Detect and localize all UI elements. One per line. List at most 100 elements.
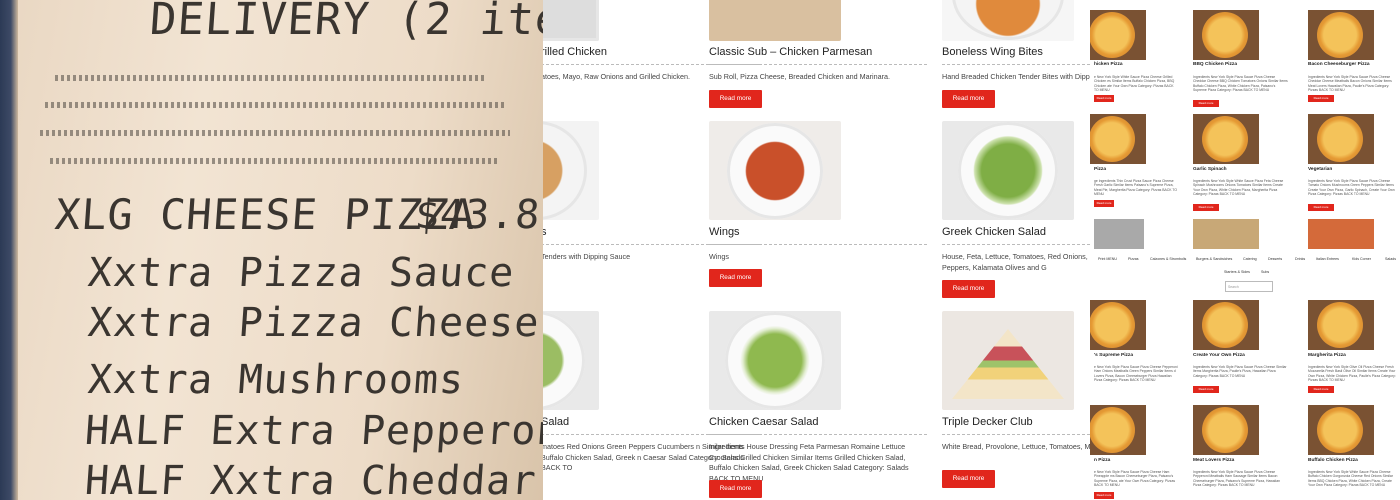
receipt-dotted-line (50, 158, 500, 164)
read-more-button[interactable]: Read more (709, 90, 762, 108)
nav-link[interactable]: Salads (1385, 257, 1396, 261)
pizza-description: Ingredients New York Style Pizza Sauce P… (1193, 75, 1288, 92)
pizza-title[interactable]: Meat Lovers Pizza (1193, 458, 1234, 463)
salad-image (543, 311, 599, 410)
pizza-description: Ingredients New York Style Pizza Sauce P… (1308, 179, 1395, 196)
read-more-button[interactable]: Read more (709, 269, 762, 287)
pizza-image (1308, 219, 1374, 249)
pizza-image (1090, 114, 1146, 164)
receipt-dotted-line (40, 130, 510, 136)
nav-link[interactable]: Print MENU (1098, 257, 1117, 261)
receipt-item-price: $43.87 (413, 192, 543, 238)
receipt-dotted-line (55, 75, 485, 81)
menu-item-description: Wings (709, 252, 729, 261)
club-sandwich-image (942, 311, 1074, 410)
receipt-modifier: Xxtra Pizza Sauce (86, 250, 517, 296)
pizza-image (1193, 405, 1259, 455)
receipt-photo: DELIVERY (2 items) XLG CHEESE PIZZA $43.… (0, 0, 543, 500)
pizza-description: Ingredients New York Style Pizza Sauce P… (1308, 75, 1392, 92)
nav-link[interactable]: Burgers & Sandwiches (1196, 257, 1232, 261)
read-more-button[interactable]: Read more (1308, 95, 1334, 102)
menu-item-title[interactable]: Triple Decker Club (942, 416, 1033, 428)
pizza-title[interactable]: 's Supreme Pizza (1094, 353, 1133, 358)
wings-image (709, 121, 841, 220)
pizza-image (1308, 10, 1374, 60)
menu-item-title[interactable]: Classic Sub – Chicken Parmesan (709, 46, 872, 58)
receipt-modifier: Xxtra Mushrooms (86, 357, 466, 403)
nav-link[interactable]: Starters & Sides (1224, 270, 1250, 274)
read-more-button[interactable]: Read more (1094, 95, 1114, 102)
search-input[interactable]: Search (1225, 281, 1273, 292)
pizza-description: Ingredients New York Style White Sauce P… (1193, 179, 1284, 196)
pizza-image (1193, 114, 1259, 164)
receipt-background-edge (0, 0, 18, 500)
pizza-title[interactable]: n Pizza (1094, 458, 1110, 463)
pizza-image (1308, 405, 1374, 455)
pizza-image (1308, 114, 1374, 164)
menu-item-description: Sub Roll, Pizza Cheese, Breaded Chicken … (709, 72, 890, 81)
read-more-button[interactable]: Read more (942, 90, 995, 108)
nav-link[interactable]: Pizzas (1128, 257, 1139, 261)
read-more-button[interactable]: Read more (709, 480, 762, 498)
receipt-dotted-line (45, 102, 505, 108)
divider (709, 64, 927, 65)
receipt-title: DELIVERY (2 items) (148, 0, 543, 45)
pizza-title[interactable]: Bacon Cheeseburger Pizza (1308, 62, 1370, 67)
pizza-description: e New York Style Pizza Sauce Pizza Chees… (1094, 365, 1178, 382)
pizza-image (1308, 300, 1374, 350)
nav-link[interactable]: Kids Corner (1352, 257, 1371, 261)
menu-item-title[interactable]: Chicken Caesar Salad (709, 416, 818, 428)
caesar-salad-image (709, 311, 841, 410)
menu-item-title[interactable]: Salad (543, 416, 569, 428)
pizza-title[interactable]: Garlic Spinach (1193, 167, 1227, 172)
pizza-title[interactable]: Create Your Own Pizza (1193, 353, 1245, 358)
pizza-menu-lower: 's Supreme Pizza e New York Style Pizza … (1090, 300, 1400, 500)
read-more-button[interactable]: Read more (942, 280, 995, 298)
read-more-button[interactable]: Read more (1308, 204, 1334, 211)
pizza-description: Ingredients New York Style Olive Oil Piz… (1308, 365, 1396, 382)
pizza-title[interactable]: Vegetarian (1308, 167, 1332, 172)
read-more-button[interactable]: Read more (1094, 492, 1114, 499)
nav-link[interactable]: Desserts (1268, 257, 1282, 261)
read-more-button[interactable]: Read more (942, 470, 995, 488)
pizza-image (1193, 219, 1259, 249)
pizza-description: e New York Style Pizza Sauce Pizza Chees… (1094, 470, 1176, 487)
read-more-button[interactable]: Read more (1193, 100, 1219, 107)
pizza-title[interactable]: hicken Pizza (1094, 62, 1123, 67)
menu-item-title[interactable]: Wings (709, 226, 740, 238)
divider (942, 434, 1090, 435)
read-more-button[interactable]: Read more (1193, 386, 1219, 393)
nav-link[interactable]: Italian Entrees (1316, 257, 1339, 261)
nav-link[interactable]: Catering (1243, 257, 1257, 261)
receipt-modifier: HALF Xxtra Cheddar Cheese (83, 458, 543, 500)
nav-link[interactable]: Subs (1261, 270, 1269, 274)
pizza-title[interactable]: Buffalo Chicken Pizza (1308, 458, 1358, 463)
nav-link[interactable]: Calzones & Strombolis (1150, 257, 1186, 261)
menu-item-title[interactable]: Boneless Wing Bites (942, 46, 1043, 58)
menu-item-title[interactable]: s (543, 226, 547, 238)
pizza-image (1193, 300, 1259, 350)
pizza-description: Ingredients New York Style Pizza Sauce P… (1193, 365, 1287, 378)
menu-item-description: White Bread, Provolone, Lettuce, Tomatoe… (942, 442, 1090, 451)
screenshot-collage: DELIVERY (2 items) XLG CHEESE PIZZA $43.… (0, 0, 1400, 500)
pizza-title[interactable]: Margherita Pizza (1308, 353, 1346, 358)
pizza-description: Ingredients New York Style Pizza Sauce P… (1193, 470, 1280, 487)
divider (709, 434, 927, 435)
pizza-image (1193, 10, 1259, 60)
pizza-image (1090, 10, 1146, 60)
menu-item-title[interactable]: Greek Chicken Salad (942, 226, 1046, 238)
sub-sandwich-image (709, 0, 841, 41)
pizza-title[interactable]: BBQ Chicken Pizza (1193, 62, 1237, 67)
menu-item-description: House, Feta, Lettuce, Tomatoes, Red Onio… (942, 252, 1090, 272)
nav-link[interactable]: Drinks (1295, 257, 1305, 261)
read-more-button[interactable]: Read more (1094, 200, 1114, 207)
boneless-wings-image (942, 0, 1074, 41)
read-more-button[interactable]: Read more (1193, 204, 1219, 211)
pizza-image (1094, 219, 1144, 249)
menu-item-title[interactable]: rilled Chicken (543, 46, 607, 58)
receipt-modifier: Xxtra Pizza Cheese (86, 300, 542, 346)
chicken-tenders-image (543, 121, 599, 220)
pizza-description: Ingredients New York Style White Sauce P… (1308, 470, 1393, 487)
pizza-title[interactable]: Pizza (1094, 167, 1106, 172)
read-more-button[interactable]: Read more (1308, 386, 1334, 393)
